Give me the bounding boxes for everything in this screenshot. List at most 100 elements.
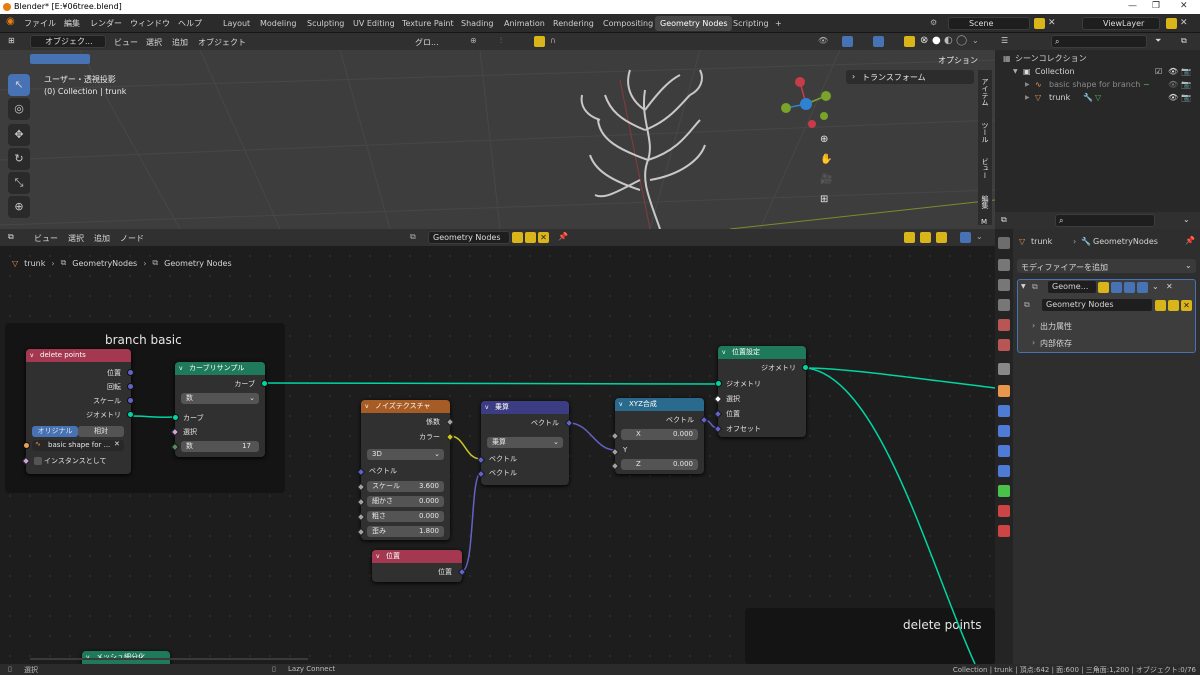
detail-field[interactable]: 細かさ 0.000 xyxy=(367,496,444,507)
output-socket[interactable] xyxy=(127,383,134,390)
node-group-field[interactable]: Geometry Nodes xyxy=(1042,299,1152,311)
new-scene-icon[interactable] xyxy=(1034,18,1045,29)
viewport-menu-object[interactable]: オブジェクト xyxy=(198,37,246,48)
object-tab-icon[interactable] xyxy=(998,385,1010,397)
menu-window[interactable]: ウィンドウ xyxy=(130,18,170,29)
expand-arrow-icon[interactable]: ▼ xyxy=(1013,65,1018,78)
node-position[interactable]: 位置 位置 xyxy=(372,550,467,582)
visibility-eye-hidden-icon[interactable]: 👁 xyxy=(1168,78,1178,91)
node-menu-add[interactable]: 追加 xyxy=(94,233,110,244)
sidebar-tab-edit[interactable]: 編集 xyxy=(980,195,990,209)
shading-options-icon[interactable]: ⌄ xyxy=(972,36,979,45)
output-socket[interactable] xyxy=(261,380,268,387)
material-shading-icon[interactable]: ◐ xyxy=(944,35,953,46)
gizmo-toggle-icon[interactable] xyxy=(842,36,853,47)
transform-orientation-dropdown[interactable]: グロ... xyxy=(415,37,439,48)
count-field[interactable]: 数 17 xyxy=(181,441,259,452)
node-header[interactable]: 位置設定 xyxy=(718,346,806,359)
input-socket[interactable] xyxy=(715,380,722,387)
pin-icon[interactable]: 📌 xyxy=(1185,236,1195,245)
mode-selector[interactable]: オブジェク... xyxy=(30,35,106,48)
output-socket[interactable] xyxy=(127,397,134,404)
sidebar-transform-panel[interactable]: › トランスフォーム xyxy=(846,70,974,84)
sidebar-tab-item[interactable]: アイテム xyxy=(980,78,990,106)
cage-toggle-icon[interactable] xyxy=(1111,282,1122,293)
navigation-gizmo[interactable] xyxy=(776,72,836,132)
node-group-selector[interactable]: Geometry Nodes xyxy=(428,231,510,244)
select-mode-buttons[interactable] xyxy=(30,54,90,64)
menu-help[interactable]: ヘルプ xyxy=(178,18,202,29)
new-viewlayer-icon[interactable] xyxy=(1166,18,1177,29)
object-field[interactable]: basic shape for ... xyxy=(32,440,124,451)
delete-scene-icon[interactable]: ✕ xyxy=(1048,18,1059,29)
pan-hand-icon[interactable]: ✋ xyxy=(820,154,832,165)
tab-scripting[interactable]: Scripting xyxy=(728,16,774,31)
data-tab-icon[interactable] xyxy=(998,485,1010,497)
internal-dependencies-panel[interactable]: 内部依存 xyxy=(1040,338,1072,349)
tab-compositing[interactable]: Compositing xyxy=(598,16,658,31)
xray-toggle-icon[interactable] xyxy=(904,36,915,47)
tab-rendering[interactable]: Rendering xyxy=(548,16,599,31)
overlay-options-icon[interactable]: ⌄ xyxy=(976,232,983,241)
expand-arrow-icon[interactable]: ▶ xyxy=(1025,91,1030,104)
fake-user-icon[interactable] xyxy=(1155,300,1166,311)
original-toggle[interactable]: オリジナル xyxy=(32,426,78,437)
input-socket[interactable] xyxy=(23,442,30,449)
outliner-item-branch-shape[interactable]: ▶ ∿ basic shape for branch ∼ 👁 📷 xyxy=(995,78,1200,91)
node-snap-icon[interactable] xyxy=(920,232,931,243)
output-tab-icon[interactable] xyxy=(998,279,1010,291)
node-vector-multiply[interactable]: 乗算 ベクトル 乗算 ⌄ ベクトル ベクトル xyxy=(476,401,574,485)
properties-search-input[interactable]: ⌕ xyxy=(1055,214,1155,227)
node-header[interactable]: XYZ合成 xyxy=(615,398,704,411)
pivot-icon[interactable]: ⊕ xyxy=(470,36,477,45)
render-tab-icon[interactable] xyxy=(998,259,1010,271)
sidebar-tab-view[interactable]: ビュー xyxy=(980,158,990,179)
panel-expand-icon[interactable]: › xyxy=(1032,338,1035,347)
falloff-icon[interactable]: ∩ xyxy=(550,36,556,45)
3d-viewport[interactable]: ↖ ◎ ✥ ↻ ⤡ ⊕ ユーザー・透視投影 (0) Collection | t… xyxy=(0,50,995,229)
dimension-dropdown[interactable]: 3D ⌄ xyxy=(367,449,444,460)
unlink-icon[interactable]: ✕ xyxy=(538,232,549,243)
scene-tab-icon[interactable] xyxy=(998,319,1010,331)
camera-icon[interactable]: 🎥 xyxy=(820,174,832,185)
node-header[interactable]: 乗算 xyxy=(481,401,569,414)
menu-edit[interactable]: 編集 xyxy=(64,18,80,29)
filter-icon[interactable]: ⏷ xyxy=(1155,36,1161,46)
close-button[interactable]: ✕ xyxy=(1180,1,1188,11)
physics-tab-icon[interactable] xyxy=(998,445,1010,457)
move-tool-icon[interactable]: ✥ xyxy=(8,124,30,146)
output-attributes-panel[interactable]: 出力属性 xyxy=(1040,321,1072,332)
render-camera-icon[interactable]: 📷 xyxy=(1181,91,1191,104)
outliner-scene-collection[interactable]: ▦ シーンコレクション xyxy=(995,52,1200,65)
viewport-menu-select[interactable]: 選択 xyxy=(146,37,162,48)
visibility-icon[interactable]: 👁 xyxy=(818,36,828,45)
add-workspace-button[interactable]: + xyxy=(770,16,787,31)
visibility-eye-icon[interactable]: 👁 xyxy=(1168,65,1178,78)
output-socket[interactable] xyxy=(127,369,134,376)
render-camera-icon[interactable]: 📷 xyxy=(1181,78,1191,91)
visibility-eye-icon[interactable]: 👁 xyxy=(1168,91,1178,104)
duplicate-nodegroup-icon[interactable] xyxy=(1168,300,1179,311)
collapse-arrow-icon[interactable]: ▼ xyxy=(1021,283,1026,290)
panel-expand-icon[interactable]: › xyxy=(1032,321,1035,330)
rotate-tool-icon[interactable]: ↻ xyxy=(8,148,30,170)
node-resample-curve[interactable]: カーブリサンプル カーブ 数⌄ カーブ 選択 数17 xyxy=(170,362,268,457)
tab-layout[interactable]: Layout xyxy=(218,16,255,31)
relative-toggle[interactable]: 相対 xyxy=(78,426,124,437)
checkbox-icon[interactable]: ☑ xyxy=(1155,65,1162,78)
node-menu-view[interactable]: ビュー xyxy=(34,233,58,244)
editor-type-icon[interactable]: ⊞ xyxy=(8,36,15,45)
tab-modeling[interactable]: Modeling xyxy=(255,16,301,31)
distortion-field[interactable]: 歪み 1.800 xyxy=(367,526,444,537)
node-menu-node[interactable]: ノード xyxy=(120,233,144,244)
new-collection-icon[interactable]: ⧉ xyxy=(1181,36,1187,46)
overlay-toggle-icon[interactable] xyxy=(873,36,884,47)
node-editor-type-icon[interactable]: ⧉ xyxy=(8,232,14,242)
z-field[interactable]: Z 0.000 xyxy=(621,459,698,470)
pin-icon[interactable]: 📌 xyxy=(558,232,568,241)
node-header[interactable]: 位置 xyxy=(372,550,462,563)
rendered-shading-icon[interactable]: ◯ xyxy=(956,35,967,46)
tab-uv-editing[interactable]: UV Editing xyxy=(348,16,400,31)
viewport-toggle-icon[interactable] xyxy=(1124,282,1135,293)
minimize-button[interactable]: — xyxy=(1128,1,1137,11)
